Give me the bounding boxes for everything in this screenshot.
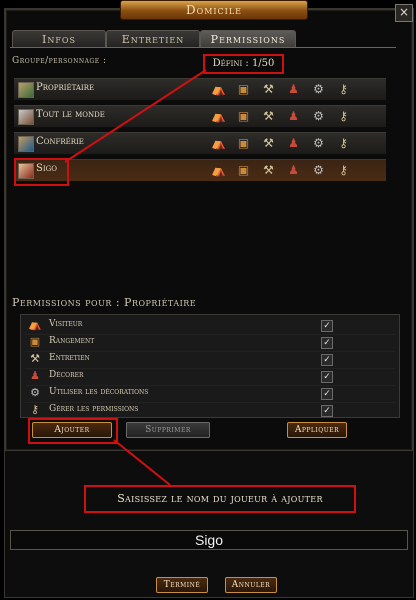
sigo-highlight-box xyxy=(14,158,69,186)
maintenance-tools-icon: ⚒ xyxy=(30,352,40,365)
use-decorations-gear-icon[interactable]: ⚙ xyxy=(308,81,329,97)
use-decorations-gear-icon: ⚙ xyxy=(30,386,40,399)
permission-label: Utiliser les décorations xyxy=(49,387,149,397)
maintenance-tools-icon[interactable]: ⚒ xyxy=(258,135,279,151)
permission-checkbox[interactable]: ✓ xyxy=(321,388,333,400)
decorate-figure-icon[interactable]: ♟ xyxy=(283,135,304,151)
decorate-figure-icon[interactable]: ♟ xyxy=(283,162,304,178)
visitor-icon[interactable]: ⛺ xyxy=(208,135,229,151)
ok-button[interactable]: Terminé xyxy=(156,577,208,593)
row-permission-icons: ⛺ ▣ ⚒ ♟ ⚙ ⚷ xyxy=(208,108,354,124)
group-row-sigo[interactable]: Sigo ⛺ ▣ ⚒ ♟ ⚙ ⚷ xyxy=(14,159,386,182)
maintenance-tools-icon[interactable]: ⚒ xyxy=(258,81,279,97)
row-permission-icons: ⛺ ▣ ⚒ ♟ ⚙ ⚷ xyxy=(208,162,354,178)
visitor-icon[interactable]: ⛺ xyxy=(208,108,229,124)
storage-chest-icon[interactable]: ▣ xyxy=(233,108,254,124)
row-permission-icons: ⛺ ▣ ⚒ ♟ ⚙ ⚷ xyxy=(208,135,354,151)
use-decorations-gear-icon[interactable]: ⚙ xyxy=(308,108,329,124)
permission-label: Entretien xyxy=(49,353,90,363)
add-highlight-box xyxy=(28,418,118,444)
group-label: Groupe/personnage : xyxy=(12,56,107,66)
maintenance-tools-icon[interactable]: ⚒ xyxy=(258,108,279,124)
tab-divider xyxy=(10,47,396,48)
permission-row-maintenance: ⚒ Entretien ✓ xyxy=(25,351,395,369)
permission-row-decorate: ♟ Décorer ✓ xyxy=(25,368,395,386)
decorate-figure-icon[interactable]: ♟ xyxy=(283,81,304,97)
group-row-kinship[interactable]: Confrérie ⛺ ▣ ⚒ ♟ ⚙ ⚷ xyxy=(14,132,386,155)
storage-chest-icon: ▣ xyxy=(29,335,41,348)
kinship-avatar-icon xyxy=(18,136,34,152)
row-label: Confrérie xyxy=(36,136,84,147)
use-decorations-gear-icon[interactable]: ⚙ xyxy=(308,162,329,178)
permission-checkbox[interactable]: ✓ xyxy=(321,320,333,332)
row-label: Tout le monde xyxy=(36,109,105,120)
permission-checkbox[interactable]: ✓ xyxy=(321,337,333,349)
permission-label: Rangement xyxy=(49,336,95,346)
player-name-input[interactable] xyxy=(10,530,408,550)
row-permission-icons: ⛺ ▣ ⚒ ♟ ⚙ ⚷ xyxy=(208,81,354,97)
permission-label: Gérer les permissions xyxy=(49,404,139,414)
maintenance-tools-icon[interactable]: ⚒ xyxy=(258,162,279,178)
permission-label: Décorer xyxy=(49,370,84,380)
visitor-icon[interactable]: ⛺ xyxy=(208,162,229,178)
cancel-button[interactable]: Annuler xyxy=(225,577,277,593)
manage-permissions-key-icon[interactable]: ⚷ xyxy=(333,108,354,124)
use-decorations-gear-icon[interactable]: ⚙ xyxy=(308,135,329,151)
permissions-for-title: Permissions pour : Propriétaire xyxy=(12,296,197,309)
manage-permissions-key-icon: ⚷ xyxy=(30,403,40,416)
manage-permissions-key-icon[interactable]: ⚷ xyxy=(333,162,354,178)
apply-button[interactable]: Appliquer xyxy=(287,422,347,438)
close-button[interactable]: × xyxy=(395,4,413,22)
permission-row-manage: ⚷ Gérer les permissions ✓ xyxy=(25,402,395,419)
storage-chest-icon[interactable]: ▣ xyxy=(233,81,254,97)
everyone-avatar-icon xyxy=(18,109,34,125)
tab-entretien[interactable]: Entretien xyxy=(106,30,200,48)
manage-permissions-key-icon[interactable]: ⚷ xyxy=(333,135,354,151)
row-label: Propriétaire xyxy=(36,82,95,93)
visitor-icon: ⛺ xyxy=(28,318,42,331)
permission-checkbox[interactable]: ✓ xyxy=(321,354,333,366)
permission-row-visitor: ⛺ Visiteur ✓ xyxy=(25,317,395,335)
tab-permissions[interactable]: Permissions xyxy=(200,30,296,48)
dialog-message: Saisissez le nom du joueur à ajouter xyxy=(84,485,356,513)
tab-infos[interactable]: Infos xyxy=(12,30,106,48)
permissions-list: ⛺ Visiteur ✓ ▣ Rangement ✓ ⚒ Entretien ✓… xyxy=(20,314,400,418)
owner-avatar-icon xyxy=(18,82,34,98)
manage-permissions-key-icon[interactable]: ⚷ xyxy=(333,81,354,97)
permission-checkbox[interactable]: ✓ xyxy=(321,405,333,417)
decorate-figure-icon[interactable]: ♟ xyxy=(283,108,304,124)
remove-button[interactable]: Supprimer xyxy=(126,422,210,438)
group-row-owner[interactable]: Propriétaire ⛺ ▣ ⚒ ♟ ⚙ ⚷ xyxy=(14,78,386,101)
permission-checkbox[interactable]: ✓ xyxy=(321,371,333,383)
defined-count: Défini : 1/50 xyxy=(203,54,284,74)
window-title: Domicile xyxy=(120,0,308,20)
storage-chest-icon[interactable]: ▣ xyxy=(233,135,254,151)
storage-chest-icon[interactable]: ▣ xyxy=(233,162,254,178)
permission-label: Visiteur xyxy=(49,319,83,329)
permission-row-use-decorations: ⚙ Utiliser les décorations ✓ xyxy=(25,385,395,403)
add-player-dialog xyxy=(4,450,414,598)
group-row-everyone[interactable]: Tout le monde ⛺ ▣ ⚒ ♟ ⚙ ⚷ xyxy=(14,105,386,128)
permission-row-storage: ▣ Rangement ✓ xyxy=(25,334,395,352)
decorate-figure-icon: ♟ xyxy=(30,369,40,382)
visitor-icon[interactable]: ⛺ xyxy=(208,81,229,97)
